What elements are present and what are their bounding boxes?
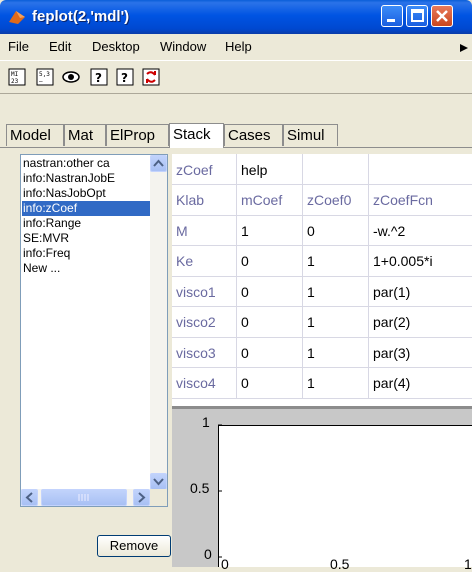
svg-text:MI: MI — [11, 71, 19, 78]
table-cell[interactable]: 1 — [303, 246, 368, 276]
table-cell[interactable]: zCoefFcn — [369, 185, 472, 215]
grid-icon[interactable]: 5,3 — — [36, 68, 54, 86]
table-cell[interactable]: 1+0.005*i — [369, 246, 472, 276]
table-cell[interactable]: 1 — [303, 277, 368, 307]
scroll-down-button[interactable] — [150, 473, 167, 490]
scroll-up-button[interactable] — [150, 155, 167, 172]
window-title: feplot(2,'mdl') — [32, 8, 130, 25]
tab-stack[interactable]: Stack — [169, 123, 224, 148]
list-item-selected[interactable]: info:zCoef — [22, 201, 150, 216]
table-cell[interactable]: M — [172, 216, 236, 246]
menu-edit[interactable]: Edit — [49, 39, 71, 54]
list-item[interactable]: nastran:other ca — [22, 156, 110, 171]
table-cell[interactable]: par(2) — [369, 307, 472, 337]
stack-list[interactable]: nastran:other ca info:NastranJobE info:N… — [20, 154, 168, 507]
scroll-corner — [150, 489, 167, 506]
y-tick-label: 0 — [204, 546, 212, 562]
x-tick-label: 0 — [221, 556, 229, 572]
table-cell[interactable]: par(1) — [369, 277, 472, 307]
grid-line — [172, 398, 472, 399]
table-cell[interactable]: 1 — [303, 307, 368, 337]
chevron-right-icon — [138, 492, 146, 503]
table-cell[interactable]: 0 — [303, 216, 368, 246]
table-cell[interactable]: 0 — [237, 338, 302, 368]
splitter-bar[interactable] — [172, 406, 472, 409]
table-cell[interactable]: zCoef — [172, 155, 236, 185]
table-cell[interactable]: visco4 — [172, 368, 236, 398]
minimize-button[interactable] — [381, 5, 403, 27]
grip-icon — [78, 494, 89, 501]
chevron-up-icon — [153, 159, 164, 167]
horizontal-scrollbar[interactable] — [21, 489, 167, 506]
maximize-button[interactable] — [406, 5, 428, 27]
list-item[interactable]: info:Range — [22, 216, 81, 231]
tab-mat[interactable]: Mat — [64, 124, 106, 146]
scroll-thumb[interactable] — [41, 489, 127, 506]
table-cell[interactable]: par(3) — [369, 338, 472, 368]
table-cell[interactable]: mCoef — [237, 185, 302, 215]
svg-text:23: 23 — [11, 78, 19, 85]
y-tick-label: 1 — [202, 414, 210, 430]
x-tick-label: 1 — [464, 556, 472, 572]
scroll-right-button[interactable] — [133, 489, 150, 506]
toolbar: MI 23 5,3 — ? ? — [0, 60, 472, 94]
list-item[interactable]: SE:MVR — [22, 231, 69, 246]
refresh-icon[interactable] — [142, 68, 160, 86]
table-cell[interactable]: visco3 — [172, 338, 236, 368]
menu-help[interactable]: Help — [225, 39, 252, 54]
table-cell[interactable]: 1 — [237, 216, 302, 246]
svg-text:—: — — [39, 78, 43, 85]
matlab-icon — [9, 11, 25, 24]
table-cell[interactable]: 1 — [303, 338, 368, 368]
close-button[interactable] — [431, 5, 453, 27]
tab-model[interactable]: Model — [6, 124, 64, 146]
svg-text:?: ? — [95, 71, 102, 85]
menu-bar: File Edit Desktop Window Help — [0, 34, 472, 60]
tab-simul[interactable]: Simul — [283, 124, 338, 146]
vertical-scrollbar[interactable] — [150, 155, 167, 490]
list-item[interactable]: info:NasJobOpt — [22, 186, 106, 201]
chevron-down-icon — [153, 478, 164, 486]
table-cell[interactable]: 1 — [303, 368, 368, 398]
help-icon[interactable]: ? — [90, 68, 108, 86]
menu-overflow-icon[interactable] — [460, 44, 468, 52]
table-cell[interactable]: visco2 — [172, 307, 236, 337]
remove-button[interactable]: Remove — [97, 535, 171, 557]
stack-table[interactable]: zCoef help Klab mCoef zCoef0 zCoefFcn M … — [172, 154, 472, 406]
list-item[interactable]: New ... — [22, 261, 60, 276]
table-cell[interactable]: par(4) — [369, 368, 472, 398]
svg-text:?: ? — [121, 71, 128, 85]
tab-cases[interactable]: Cases — [224, 124, 283, 146]
tab-divider — [0, 147, 472, 148]
title-bar[interactable]: feplot(2,'mdl') — [0, 0, 472, 34]
menu-window[interactable]: Window — [160, 39, 206, 54]
scroll-left-button[interactable] — [21, 489, 38, 506]
x-tick-label: 0.5 — [330, 556, 350, 572]
menu-file[interactable]: File — [8, 39, 29, 54]
chevron-left-icon — [25, 492, 33, 503]
help-icon[interactable]: ? — [116, 68, 134, 86]
table-cell[interactable]: zCoef0 — [303, 185, 368, 215]
table-cell[interactable]: 0 — [237, 246, 302, 276]
y-ticks — [218, 424, 222, 558]
table-cell[interactable]: 0 — [237, 307, 302, 337]
table-cell[interactable]: 0 — [237, 368, 302, 398]
table-cell[interactable]: Klab — [172, 185, 236, 215]
table-cell[interactable]: help — [237, 155, 302, 185]
svg-text:5,3: 5,3 — [39, 71, 50, 78]
list-item[interactable]: info:NastranJobE — [22, 171, 115, 186]
plot-axes[interactable] — [218, 425, 472, 567]
table-cell[interactable]: Ke — [172, 246, 236, 276]
menu-desktop[interactable]: Desktop — [92, 39, 140, 54]
tab-elprop[interactable]: ElProp — [106, 124, 169, 146]
table-cell[interactable]: 0 — [237, 277, 302, 307]
table-cell[interactable]: -w.^2 — [369, 216, 472, 246]
eye-icon[interactable] — [62, 68, 80, 86]
table-cell[interactable]: visco1 — [172, 277, 236, 307]
mesh-icon[interactable]: MI 23 — [8, 68, 26, 86]
y-tick-label: 0.5 — [190, 480, 210, 496]
list-item[interactable]: info:Freq — [22, 246, 70, 261]
